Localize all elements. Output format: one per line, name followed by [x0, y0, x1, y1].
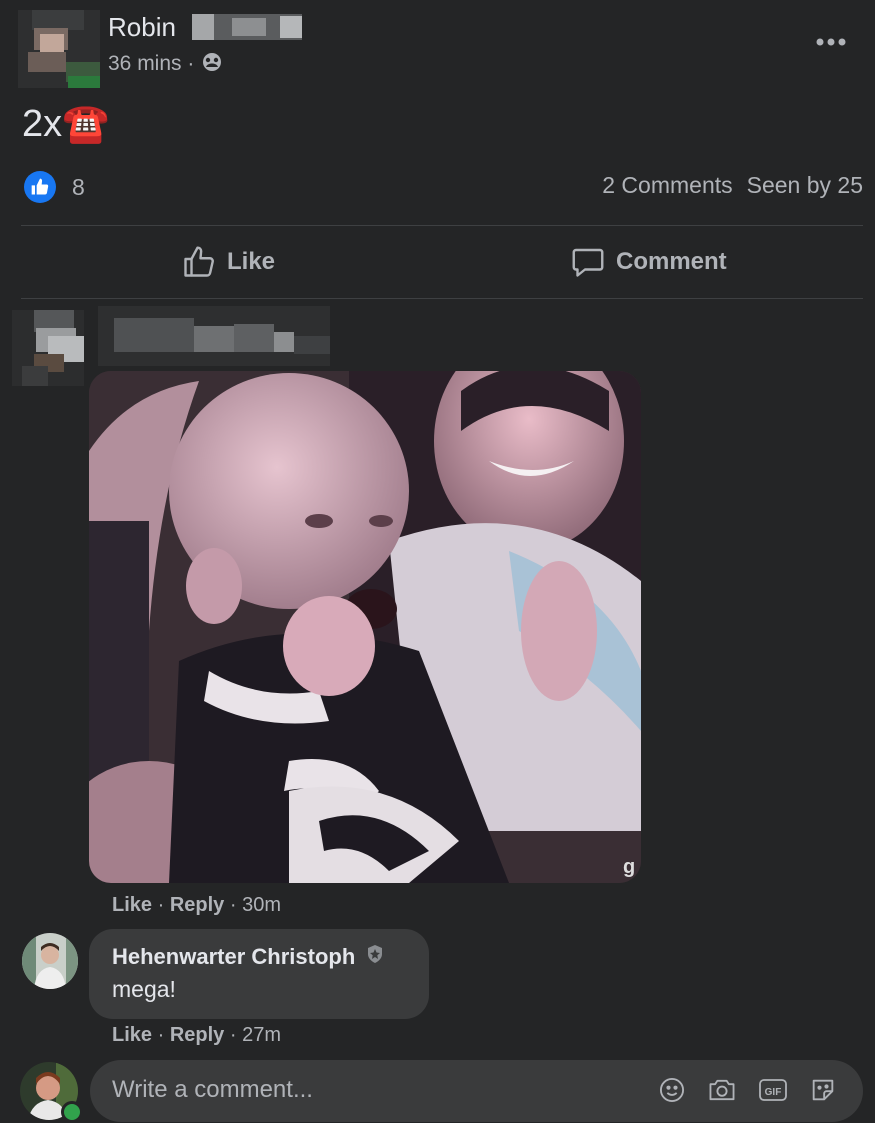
commenter-avatar[interactable] — [22, 933, 78, 989]
comment-bubble — [89, 929, 429, 1019]
post-text: 2x☎️ — [22, 103, 110, 145]
comment-icon — [572, 248, 604, 277]
emoji-icon[interactable] — [658, 1076, 686, 1109]
comment-meta: Like · Reply · 27m — [112, 1024, 281, 1046]
commenter-avatar[interactable] — [12, 310, 84, 386]
comment-time[interactable]: 30m — [242, 894, 281, 916]
sticker-icon[interactable] — [809, 1076, 837, 1109]
comment-time[interactable]: 27m — [242, 1024, 281, 1046]
svg-text:g: g — [623, 856, 635, 878]
comments-count[interactable]: 2 Comments — [602, 172, 732, 199]
gif-icon[interactable]: GIF — [758, 1076, 788, 1109]
svg-text:GIF: GIF — [765, 1087, 782, 1098]
comment-author[interactable]: Hehenwarter Christoph — [112, 944, 355, 969]
comment-button-label: Comment — [616, 248, 727, 275]
post-meta: 36 mins · — [108, 50, 224, 80]
divider — [21, 298, 863, 299]
like-button-label: Like — [227, 248, 276, 275]
post-time[interactable]: 36 mins — [108, 52, 182, 75]
comment-like-link[interactable]: Like — [112, 1024, 152, 1046]
post-stats: 2 Comments Seen by 25 — [602, 172, 863, 199]
comment-meta: Like · Reply · 30m — [112, 894, 281, 916]
more-icon — [816, 38, 846, 46]
camera-icon[interactable] — [707, 1076, 737, 1109]
comment-like-link[interactable]: Like — [112, 894, 152, 916]
comment-reply-link[interactable]: Reply — [170, 1024, 224, 1046]
comment-input[interactable] — [112, 1076, 612, 1104]
seen-by[interactable]: Seen by 25 — [747, 172, 863, 199]
like-button[interactable]: Like — [181, 232, 275, 292]
meta-separator: · — [187, 52, 195, 75]
commenter-name-redacted — [98, 306, 330, 366]
like-count: 8 — [72, 173, 85, 200]
divider — [21, 225, 863, 226]
author-surname-redacted — [192, 14, 302, 40]
comment-author-line: Hehenwarter Christoph — [112, 944, 385, 970]
author-name[interactable]: Robin — [108, 12, 176, 43]
audience-icon[interactable] — [200, 50, 224, 80]
comment-reply-link[interactable]: Reply — [170, 894, 224, 916]
reactions-summary[interactable]: 8 — [24, 170, 85, 204]
comment-button[interactable]: Comment — [570, 232, 727, 292]
like-reaction-icon — [24, 171, 56, 203]
comment-text: mega! — [112, 976, 176, 1002]
online-status-indicator — [61, 1101, 83, 1123]
gif-image[interactable]: g — [89, 371, 641, 883]
verified-badge-icon — [365, 944, 385, 970]
thumbs-up-icon — [184, 246, 214, 277]
comment-composer[interactable]: GIF — [90, 1060, 863, 1122]
author-avatar[interactable] — [18, 10, 100, 88]
more-options-button[interactable] — [812, 28, 852, 56]
